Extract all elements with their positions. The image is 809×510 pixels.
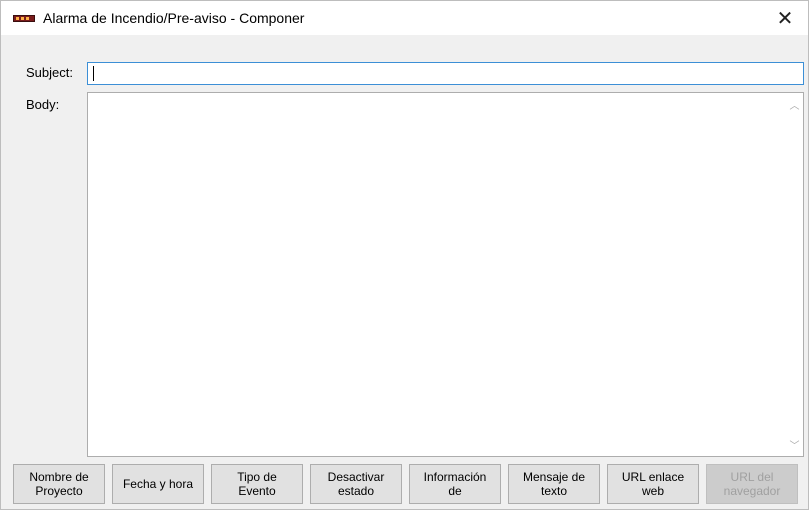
body-label: Body: (26, 97, 60, 112)
body-scrollbar[interactable]: ︿ ﹀ (786, 93, 803, 456)
browser-url-button: URL del navegador (706, 464, 798, 504)
web-link-url-button[interactable]: URL enlace web (607, 464, 699, 504)
subject-label: Subject: (26, 65, 73, 80)
scroll-down-arrow-icon[interactable]: ﹀ (786, 436, 803, 453)
information-button[interactable]: Información de (409, 464, 501, 504)
window-title: Alarma de Incendio/Pre-aviso - Componer (43, 10, 305, 26)
title-bar: Alarma de Incendio/Pre-aviso - Componer … (1, 1, 808, 35)
project-name-button[interactable]: Nombre de Proyecto (13, 464, 105, 504)
fire-alarm-app-icon (13, 15, 35, 22)
disable-state-button[interactable]: Desactivar estado (310, 464, 402, 504)
insert-field-buttons: Nombre de Proyecto Fecha y hora Tipo de … (13, 464, 805, 504)
subject-input[interactable] (87, 62, 804, 85)
text-caret (93, 66, 94, 81)
date-time-button[interactable]: Fecha y hora (112, 464, 204, 504)
text-message-button[interactable]: Mensaje de texto (508, 464, 600, 504)
event-type-button[interactable]: Tipo de Evento (211, 464, 303, 504)
scroll-up-arrow-icon[interactable]: ︿ (786, 96, 803, 113)
body-textarea[interactable]: ︿ ﹀ (87, 92, 804, 457)
close-button[interactable]: ✕ (762, 1, 808, 35)
compose-window: Alarma de Incendio/Pre-aviso - Componer … (0, 0, 809, 510)
